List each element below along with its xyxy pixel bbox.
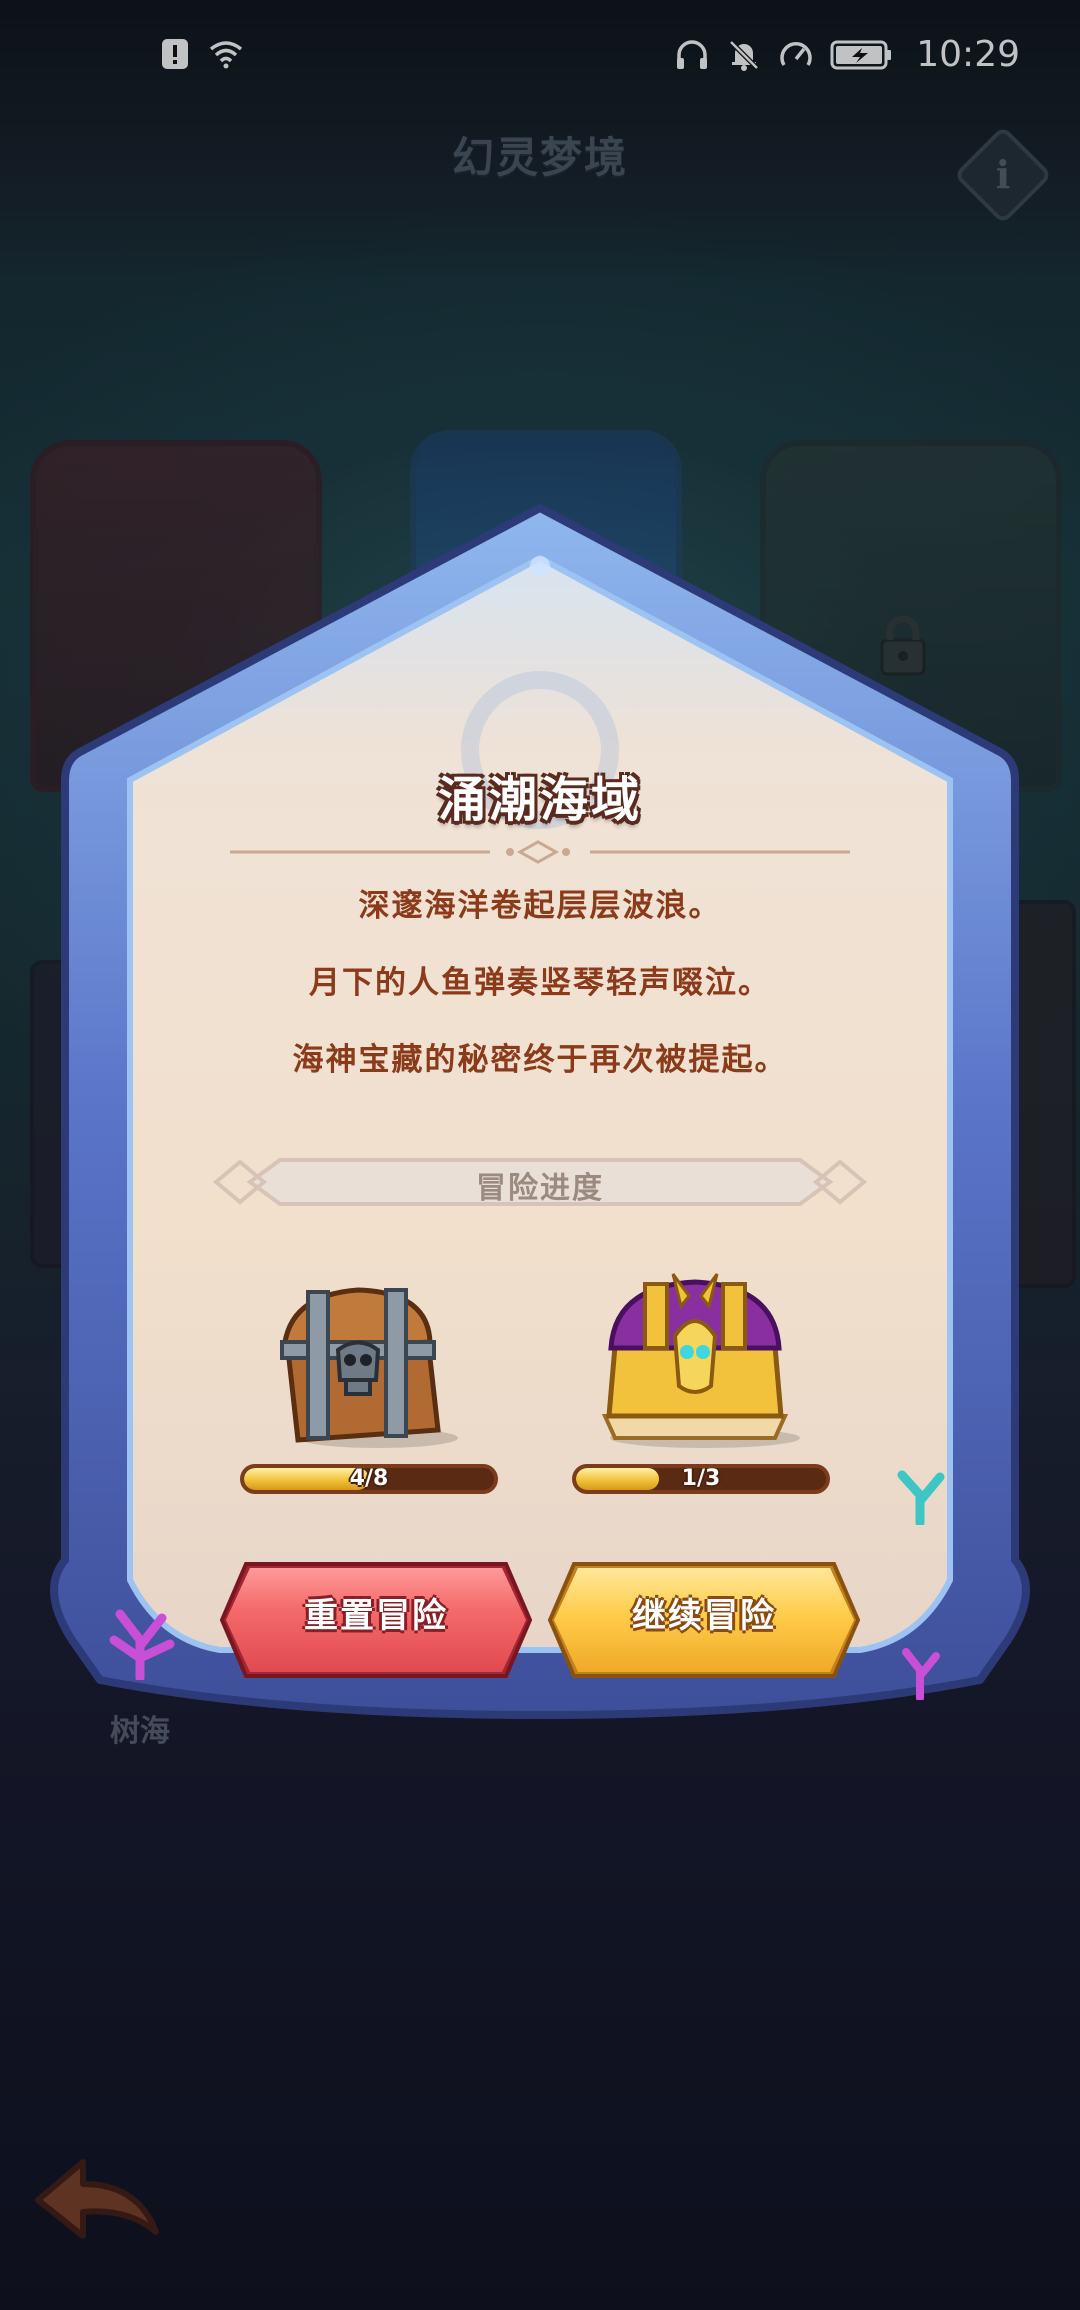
story-line-1: 深邃海洋卷起层层波浪。 [358,888,722,924]
modal-title: 涌潮海域 [437,772,642,828]
reset-adventure-button[interactable]: 重置冒险 [226,1568,526,1672]
progress-bar-chest-2: 1/3 [572,1464,830,1494]
golden-purple-chest-icon[interactable] [585,1266,805,1450]
pink-coral-left [109,1609,175,1680]
teal-coral-right [897,1470,945,1525]
continue-adventure-button[interactable]: 继续冒险 [554,1568,854,1672]
pink-coral-right [902,1648,940,1700]
title-divider [230,840,850,864]
modal-frame [50,504,1030,1719]
story-line-2: 月下的人鱼弹奏竖琴轻声啜泣。 [309,965,771,1001]
story-line-3: 海神宝藏的秘密终于再次被提起。 [292,1042,788,1078]
progress-text-chest-2: 1/3 [681,1466,721,1491]
progress-bar-chest-1: 4/8 [240,1464,498,1494]
iron-skull-chest-icon[interactable] [268,1280,458,1450]
progress-label: 冒险进度 [476,1171,604,1206]
progress-text-chest-1: 4/8 [349,1466,389,1491]
